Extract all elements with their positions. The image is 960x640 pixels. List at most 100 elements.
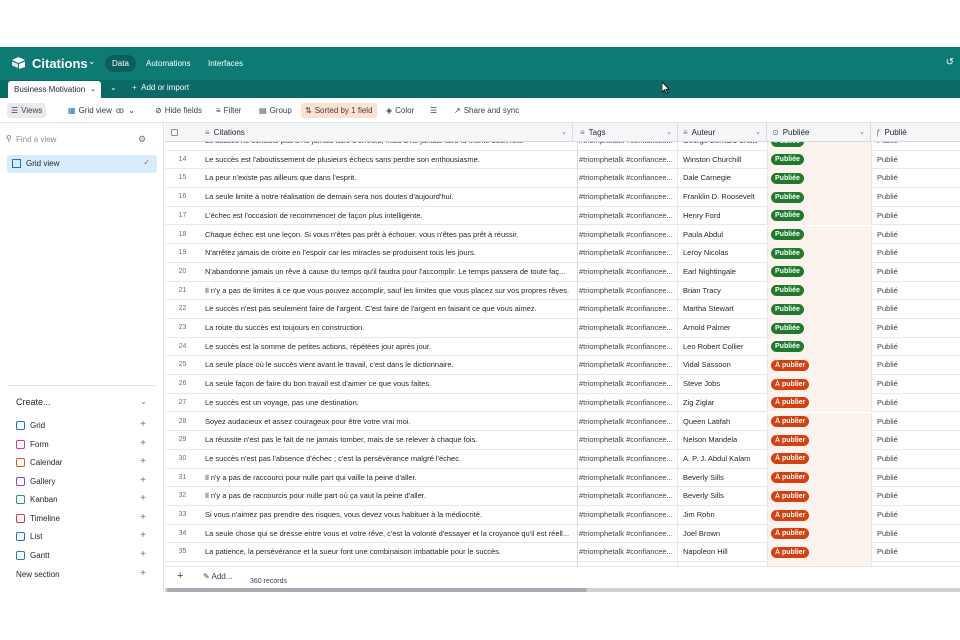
cell-tags[interactable]: #triomphetalk #confiancee... bbox=[577, 319, 677, 338]
table-row[interactable]: 19 N'arrêtez jamais de croire en l'espoir… bbox=[165, 244, 960, 263]
cell-auteur[interactable]: Beverly Sills bbox=[677, 487, 767, 506]
chevron-down-icon[interactable]: ⌄ bbox=[666, 123, 672, 142]
create-calendar[interactable]: Calendar + bbox=[16, 455, 156, 471]
cell-auteur[interactable]: Nelson Mandela bbox=[677, 431, 767, 450]
table-row[interactable]: 34 La seule chose qui se dresse entre vou… bbox=[165, 524, 960, 544]
table-row[interactable]: 15 La peur n'existe pas ailleurs que dans… bbox=[165, 169, 960, 189]
cell-auteur[interactable]: Zig Ziglar bbox=[677, 393, 767, 413]
sort-button[interactable]: ⇅ Sorted by 1 field bbox=[301, 103, 377, 118]
cell-publiee[interactable]: Publiée bbox=[767, 169, 871, 189]
plus-icon[interactable]: + bbox=[140, 568, 146, 579]
cell-auteur[interactable]: A. P. J. Abdul Kalam bbox=[677, 449, 767, 469]
cell-publiee[interactable]: Publiée bbox=[767, 142, 871, 151]
scrollbar-thumb[interactable] bbox=[167, 588, 587, 592]
cell-tags[interactable]: #triomphetalk #confiancee... bbox=[577, 356, 677, 376]
filter-button[interactable]: ≡ Filter bbox=[212, 103, 245, 118]
table-row[interactable]: 16 La seule limite à notre réalisation de… bbox=[165, 188, 960, 207]
cell-citation[interactable]: Si vous n'aimez pas prendre des risques,… bbox=[205, 506, 572, 525]
cell-citation[interactable]: Il n'y a pas de raccourci pour nulle par… bbox=[205, 469, 572, 488]
cell-auteur[interactable]: Steve Jobs bbox=[677, 375, 767, 394]
cell-publiee[interactable]: Publiée bbox=[767, 281, 871, 301]
cell-auteur[interactable]: Arnold Palmer bbox=[677, 319, 767, 338]
plus-icon[interactable]: + bbox=[140, 512, 146, 523]
cell-tags[interactable]: #triomphetalk #confiancee... bbox=[577, 375, 677, 394]
cell-auteur[interactable]: Jim Rohn bbox=[677, 506, 767, 525]
plus-icon[interactable]: + bbox=[140, 456, 146, 467]
cell-auteur[interactable]: Earl Nightingale bbox=[677, 262, 767, 282]
plus-icon[interactable]: + bbox=[177, 570, 183, 582]
cell-auteur[interactable]: Dale Carnegie bbox=[677, 169, 767, 189]
tab-data[interactable]: Data bbox=[105, 55, 136, 72]
cell-citation[interactable]: Le succès n'est pas seulement faire de l… bbox=[205, 300, 572, 319]
cell-publiee[interactable]: Publiée bbox=[767, 300, 871, 319]
cell-tags[interactable]: #triomphetalk #confiancee... bbox=[577, 244, 677, 263]
create-kanban[interactable]: Kanban + bbox=[16, 492, 156, 508]
cell-auteur[interactable]: Joel Brown bbox=[677, 524, 767, 544]
cell-tags[interactable]: #triomphetalk #confiancee... bbox=[577, 431, 677, 450]
cell-publiee[interactable]: À publier bbox=[767, 375, 871, 394]
column-header-publiee[interactable]: ⊙ Publiée ⌄ bbox=[767, 123, 871, 142]
views-button[interactable]: ☰ Views bbox=[7, 103, 47, 118]
table-row[interactable]: 32 Il n'y a pas de raccourcis pour nulle … bbox=[165, 487, 960, 506]
chevron-down-icon[interactable]: ⌄ bbox=[859, 123, 865, 142]
plus-icon[interactable]: + bbox=[140, 438, 146, 449]
table-tab-business-motivation[interactable]: Business Motivation ⌄ bbox=[8, 81, 101, 98]
row-height-button[interactable]: ☰ bbox=[426, 103, 441, 118]
cell-publiee[interactable]: À publier bbox=[767, 524, 871, 544]
cell-auteur[interactable]: Leo Robert Collier bbox=[677, 337, 767, 357]
create-grid[interactable]: Grid + bbox=[16, 418, 156, 434]
plus-icon[interactable]: + bbox=[140, 549, 146, 560]
cell-publiee[interactable]: À publier bbox=[767, 468, 871, 488]
cell-publiee[interactable]: Publiée bbox=[767, 337, 871, 357]
cell-publiee[interactable]: À publier bbox=[767, 487, 871, 506]
horizontal-scrollbar[interactable] bbox=[165, 588, 960, 592]
cell-tags[interactable]: #triomphetalk #confiancee... bbox=[577, 543, 677, 563]
plus-icon[interactable]: + bbox=[140, 475, 146, 486]
create-timeline[interactable]: Timeline + bbox=[16, 511, 156, 527]
table-row[interactable]: 30 Le succès n'est pas l'absence d'échec … bbox=[165, 449, 960, 469]
cell-tags[interactable]: #triomphetalk #confiancee... bbox=[577, 225, 677, 245]
cell-tags[interactable]: #triomphetalk #confiancee... bbox=[577, 188, 677, 207]
table-row[interactable]: 20 N'abandonne jamais un rêve à cause du … bbox=[165, 262, 960, 282]
cell-citation[interactable]: La seule place où le succès vient avant … bbox=[205, 356, 572, 375]
table-row[interactable]: 35 La patience, la persévérance et la sue… bbox=[165, 543, 960, 563]
cell-publiee[interactable]: Publiée bbox=[767, 244, 871, 263]
add-record-button[interactable]: ✎ Add... bbox=[203, 572, 232, 581]
plus-icon[interactable]: + bbox=[140, 530, 146, 541]
create-list[interactable]: List + bbox=[16, 529, 156, 545]
cell-tags[interactable]: #triomphetalk #confiancee... bbox=[577, 169, 677, 189]
cell-citation[interactable]: N'arrêtez jamais de croire en l'espoir c… bbox=[205, 244, 572, 263]
cell-tags[interactable]: #triomphetalk #confiancee... bbox=[577, 468, 677, 488]
cell-tags[interactable]: #triomphetalk #confiancee... bbox=[577, 487, 677, 506]
hide-fields-button[interactable]: ⊘ Hide fields bbox=[151, 103, 206, 118]
cell-publiee[interactable]: À publier bbox=[767, 412, 871, 432]
create-new-section[interactable]: New section + bbox=[16, 567, 156, 583]
cell-citation[interactable]: Le succès est un voyage, pas une destina… bbox=[205, 394, 572, 413]
cell-tags[interactable]: #triomphetalk #confiancee... bbox=[577, 337, 677, 357]
table-row[interactable]: 14 Le succès est l'aboutissement de plusi… bbox=[165, 150, 960, 170]
table-row[interactable]: 26 La seule façon de faire du bon travail… bbox=[165, 375, 960, 394]
cell-tags[interactable]: #triomphetalk #confiancee... bbox=[577, 262, 677, 282]
table-row[interactable]: 27 Le succès est un voyage, pas une desti… bbox=[165, 393, 960, 413]
cell-publiee[interactable]: Publiée bbox=[767, 188, 871, 207]
base-title[interactable]: Citations bbox=[32, 56, 88, 71]
create-form[interactable]: Form + bbox=[16, 437, 156, 453]
cell-auteur[interactable]: Brian Tracy bbox=[677, 281, 767, 301]
create-gallery[interactable]: Gallery + bbox=[16, 474, 156, 490]
table-row[interactable]: 18 Chaque échec est une leçon. Si vous n'… bbox=[165, 225, 960, 245]
cell-publiee[interactable]: Publiée bbox=[767, 225, 871, 245]
column-header-auteur[interactable]: ≡ Auteur ⌄ bbox=[678, 123, 767, 142]
cell-auteur[interactable]: Leroy Nicolas bbox=[677, 244, 767, 263]
chevron-down-icon[interactable]: ⌄ bbox=[561, 123, 567, 142]
table-row[interactable]: 31 Il n'y a pas de raccourci pour nulle p… bbox=[165, 468, 960, 488]
cell-citation[interactable]: La peur n'existe pas ailleurs que dans l… bbox=[205, 169, 572, 188]
cell-citation[interactable]: Il n'y a pas de limites à ce que vous po… bbox=[205, 282, 572, 301]
cell-auteur[interactable]: Paula Abdul bbox=[677, 225, 767, 245]
cell-tags[interactable]: #triomphetalk #confiancee... bbox=[577, 150, 677, 170]
cell-publiee[interactable]: À publier bbox=[767, 449, 871, 469]
cell-auteur[interactable]: Queen Latifah bbox=[677, 412, 767, 432]
chevron-down-icon[interactable]: ⌄ bbox=[140, 397, 147, 406]
tab-interfaces[interactable]: Interfaces bbox=[201, 55, 250, 72]
cell-auteur[interactable]: George Bernard Shaw bbox=[677, 142, 767, 151]
cell-citation[interactable]: Le succès ne consiste pas à ne jamais fa… bbox=[205, 142, 572, 151]
